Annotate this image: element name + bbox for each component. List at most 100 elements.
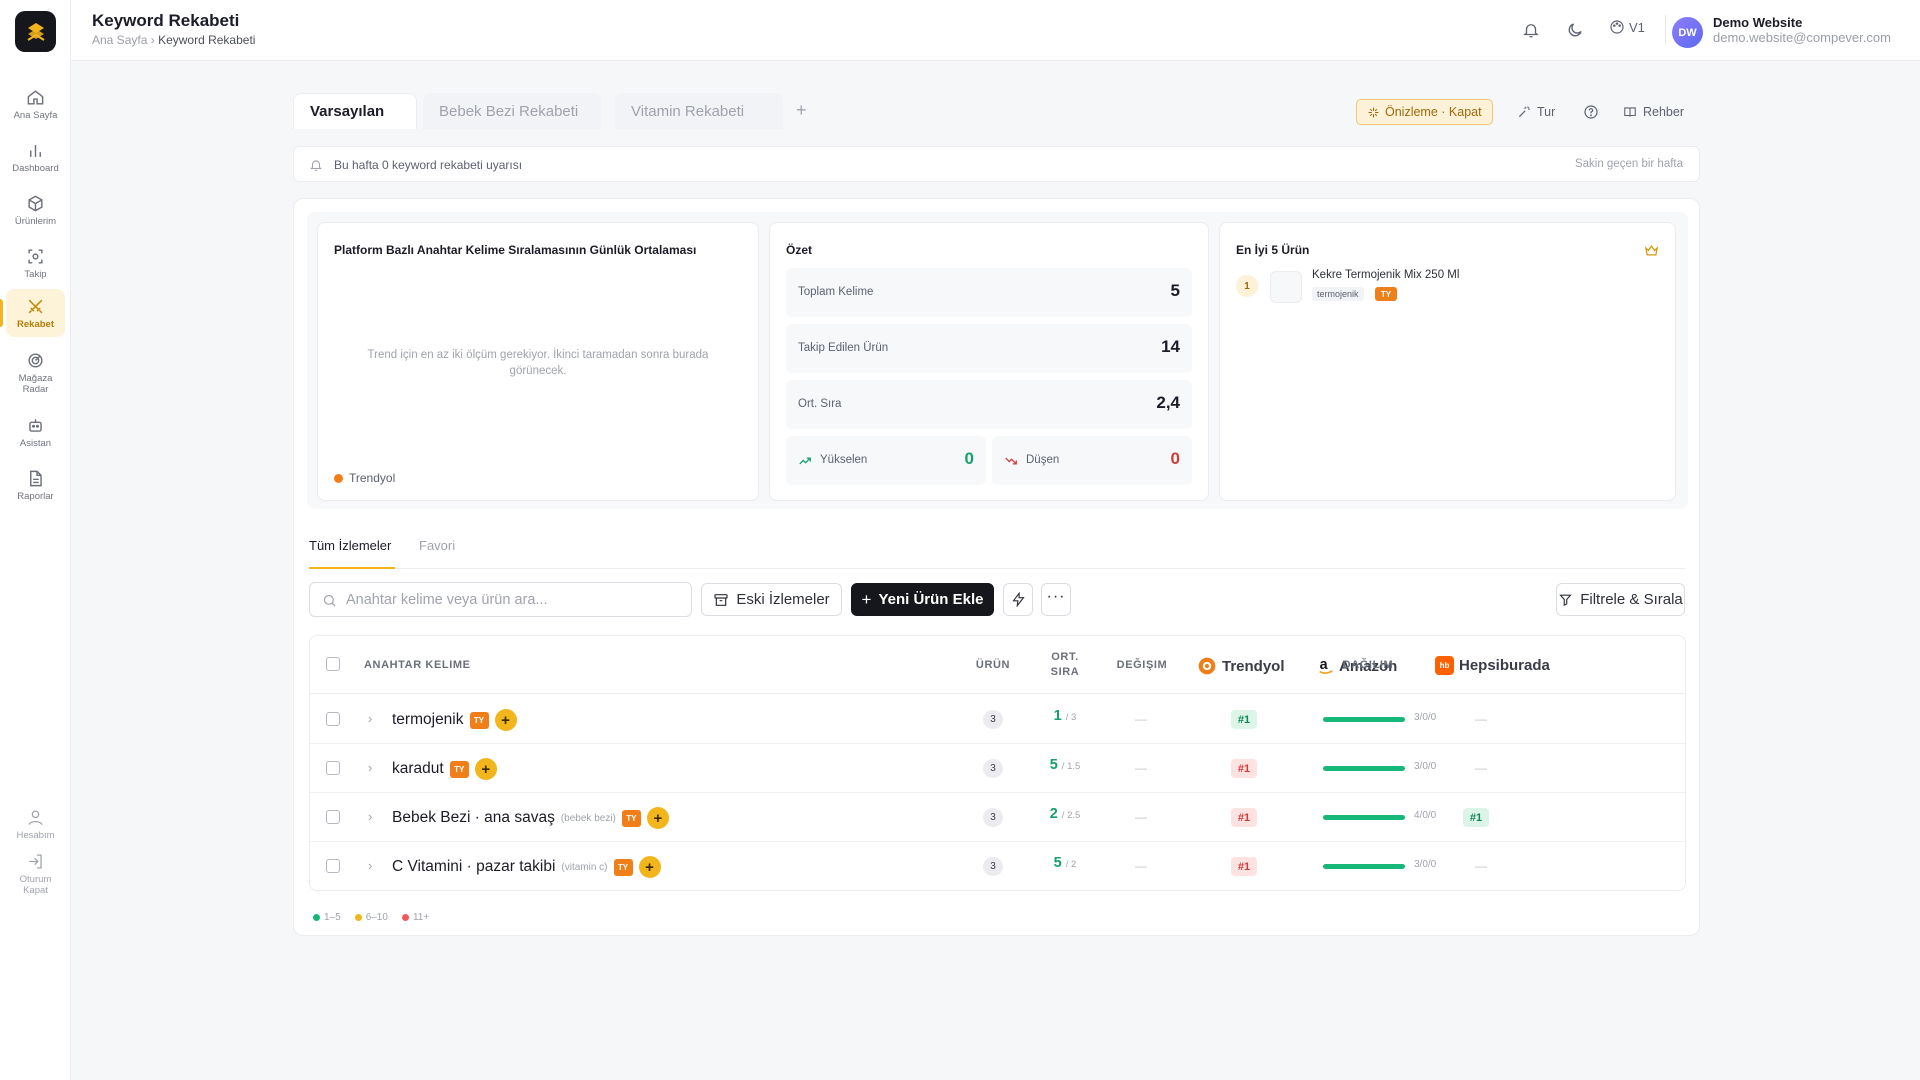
app-logo[interactable] [15, 11, 56, 52]
header-keyword[interactable]: ANAHTAR KELIME [364, 659, 471, 671]
add-tab-button[interactable]: + [796, 97, 807, 123]
trendyol-rank[interactable]: #1 [1231, 808, 1257, 827]
tab-all-watches[interactable]: Tüm İzlemeler [309, 534, 395, 569]
legend-label: 11+ [412, 912, 430, 923]
keyword-cell: Bebek Bezi · ana savaş (bebek bezi) TY + [392, 807, 669, 829]
table-row[interactable]: › C Vitamini · pazar takibi (vitamin c) … [310, 842, 1685, 891]
sidebar-item-logout[interactable]: Oturum Kapat [6, 850, 65, 898]
add-platform-button[interactable]: + [494, 709, 517, 731]
sidebar-item-label: Dashboard [12, 162, 59, 174]
tab-default[interactable]: Varsayılan [293, 93, 417, 129]
table-row[interactable]: › termojenik TY + 3 1 / 3 — #1 — — 3/0/0 [310, 695, 1685, 744]
sidebar-item-tracking[interactable]: Takip [6, 239, 65, 287]
add-platform-button[interactable]: + [474, 758, 497, 780]
add-product-button[interactable]: + Yeni Ürün Ekle [851, 583, 994, 616]
sidebar-item-dashboard[interactable]: Dashboard [6, 133, 65, 181]
trendyol-rank[interactable]: #1 [1231, 857, 1257, 876]
sidebar-item-account[interactable]: Hesabım [6, 800, 65, 848]
sidebar-item-home[interactable]: Ana Sayfa [6, 80, 65, 128]
keyword-table: ANAHTAR KELIME ÜRÜN ORT. SIRA DEĞIŞIM Tr… [309, 635, 1686, 891]
alert-subtext: Sakin geçen bir hafta [1574, 158, 1683, 170]
expand-chevron-icon[interactable]: › [368, 809, 372, 824]
table-row[interactable]: › Bebek Bezi · ana savaş (bebek bezi) TY… [310, 793, 1685, 842]
sidebar-item-competition[interactable]: Rekabet [0, 289, 65, 337]
stat-value: 0 [1170, 449, 1180, 468]
row-checkbox[interactable] [326, 859, 340, 873]
header-distribution[interactable]: DAĞILIM [1328, 659, 1408, 671]
plus-icon: + [861, 589, 872, 609]
user-email: demo.website@compever.com [1713, 30, 1891, 45]
header-avg[interactable]: ORT. [1030, 651, 1100, 663]
tab-diaper[interactable]: Bebek Bezi Rekabeti [423, 93, 601, 129]
moon-icon [1568, 23, 1582, 37]
tab-favorites[interactable]: Favori [419, 534, 455, 569]
legend-label: Trendyol [349, 471, 396, 485]
tour-button[interactable]: Tur [1517, 99, 1555, 125]
preview-toggle-button[interactable]: Önizleme · Kapat [1356, 99, 1493, 125]
version-switcher[interactable]: V1 [1609, 19, 1645, 35]
product-count: 3 [983, 710, 1003, 729]
page-title: Keyword Rekabeti [92, 11, 240, 30]
avg-rank: 5 / 1.5 [1030, 757, 1100, 773]
trend-up-icon [799, 457, 811, 465]
stat-falling: Düşen 0 [992, 436, 1192, 485]
sidebar-item-label: Raporlar [17, 490, 54, 502]
breadcrumb-home[interactable]: Ana Sayfa [92, 33, 147, 47]
row-checkbox[interactable] [326, 761, 340, 775]
user-name: Demo Website [1713, 15, 1803, 30]
row-checkbox[interactable] [326, 810, 340, 824]
sidebar-item-assistant[interactable]: Asistan [6, 408, 65, 456]
avg-rank-value: 5 [1049, 757, 1058, 773]
stat-average-rank: Ort. Sıra 2,4 [786, 380, 1192, 429]
hepsiburada-rank[interactable]: #1 [1463, 808, 1489, 827]
user-icon [28, 810, 43, 825]
select-all-checkbox[interactable] [326, 657, 340, 671]
sidebar-item-products[interactable]: Ürünlerim [6, 186, 65, 234]
table-row[interactable]: › karadut TY + 3 5 / 1.5 — #1 — — 3/0/0 [310, 744, 1685, 793]
filter-sort-button[interactable]: Filtrele & Sırala [1556, 583, 1685, 616]
tab-vitamin[interactable]: Vitamin Rekabeti [615, 93, 783, 129]
expand-chevron-icon[interactable]: › [368, 711, 372, 726]
sidebar-item-label: Oturum Kapat [19, 874, 52, 896]
chart-legend[interactable]: Trendyol [334, 471, 395, 485]
panel-title: Platform Bazlı Anahtar Kelime Sıralaması… [334, 243, 697, 257]
sidebar-item-store-radar[interactable]: Mağaza Radar [6, 345, 65, 401]
row-checkbox[interactable] [326, 712, 340, 726]
header-change[interactable]: DEĞIŞIM [1110, 659, 1174, 671]
search-input[interactable]: Anahtar kelime veya ürün ara... [309, 582, 692, 617]
add-platform-button[interactable]: + [646, 807, 669, 829]
archive-button[interactable]: Eski İzlemeler [701, 583, 842, 616]
expand-chevron-icon[interactable]: › [368, 858, 372, 873]
sidebar-item-label: Asistan [19, 437, 52, 449]
quick-action-button[interactable] [1003, 583, 1033, 616]
more-options-button[interactable]: ··· [1041, 583, 1071, 616]
avg-rank-total: / 1.5 [1061, 761, 1081, 772]
filter-label: Filtrele & Sırala [1580, 591, 1683, 608]
panel-title: En İyi 5 Ürün [1236, 243, 1310, 257]
header-trendyol[interactable]: Trendyol [1197, 656, 1285, 676]
header-product[interactable]: ÜRÜN [968, 659, 1018, 671]
top-product-item[interactable]: 1 Kekre Termojenik Mix 250 Ml termojenik… [1236, 269, 1660, 305]
trendyol-badge: TY [613, 858, 633, 876]
trend-chart-panel: Platform Bazlı Anahtar Kelime Sıralaması… [317, 222, 759, 501]
header-rank[interactable]: SIRA [1030, 666, 1100, 678]
sidebar-item-label: Ürünlerim [14, 215, 57, 227]
distribution-bar [1323, 864, 1405, 869]
guide-button[interactable]: Rehber [1623, 99, 1684, 125]
avatar[interactable]: DW [1672, 17, 1703, 48]
header-hepsiburada[interactable]: hb Hepsiburada [1435, 656, 1550, 675]
trendyol-rank[interactable]: #1 [1231, 759, 1257, 778]
sidebar-item-reports[interactable]: Raporlar [6, 461, 65, 509]
theme-toggle[interactable] [1563, 18, 1587, 42]
product-thumbnail [1270, 271, 1302, 303]
add-platform-button[interactable]: + [638, 856, 661, 878]
help-button[interactable] [1583, 99, 1599, 125]
stat-label: Yükselen [820, 454, 868, 466]
logout-icon [29, 854, 42, 869]
legend-dot [401, 914, 409, 921]
sidebar-item-label: Hesabım [16, 829, 55, 841]
trendyol-rank[interactable]: #1 [1231, 710, 1257, 729]
summary-panel: Özet Toplam Kelime 5 Takip Edilen Ürün 1… [769, 222, 1209, 501]
notifications-button[interactable] [1519, 18, 1543, 42]
expand-chevron-icon[interactable]: › [368, 760, 372, 775]
